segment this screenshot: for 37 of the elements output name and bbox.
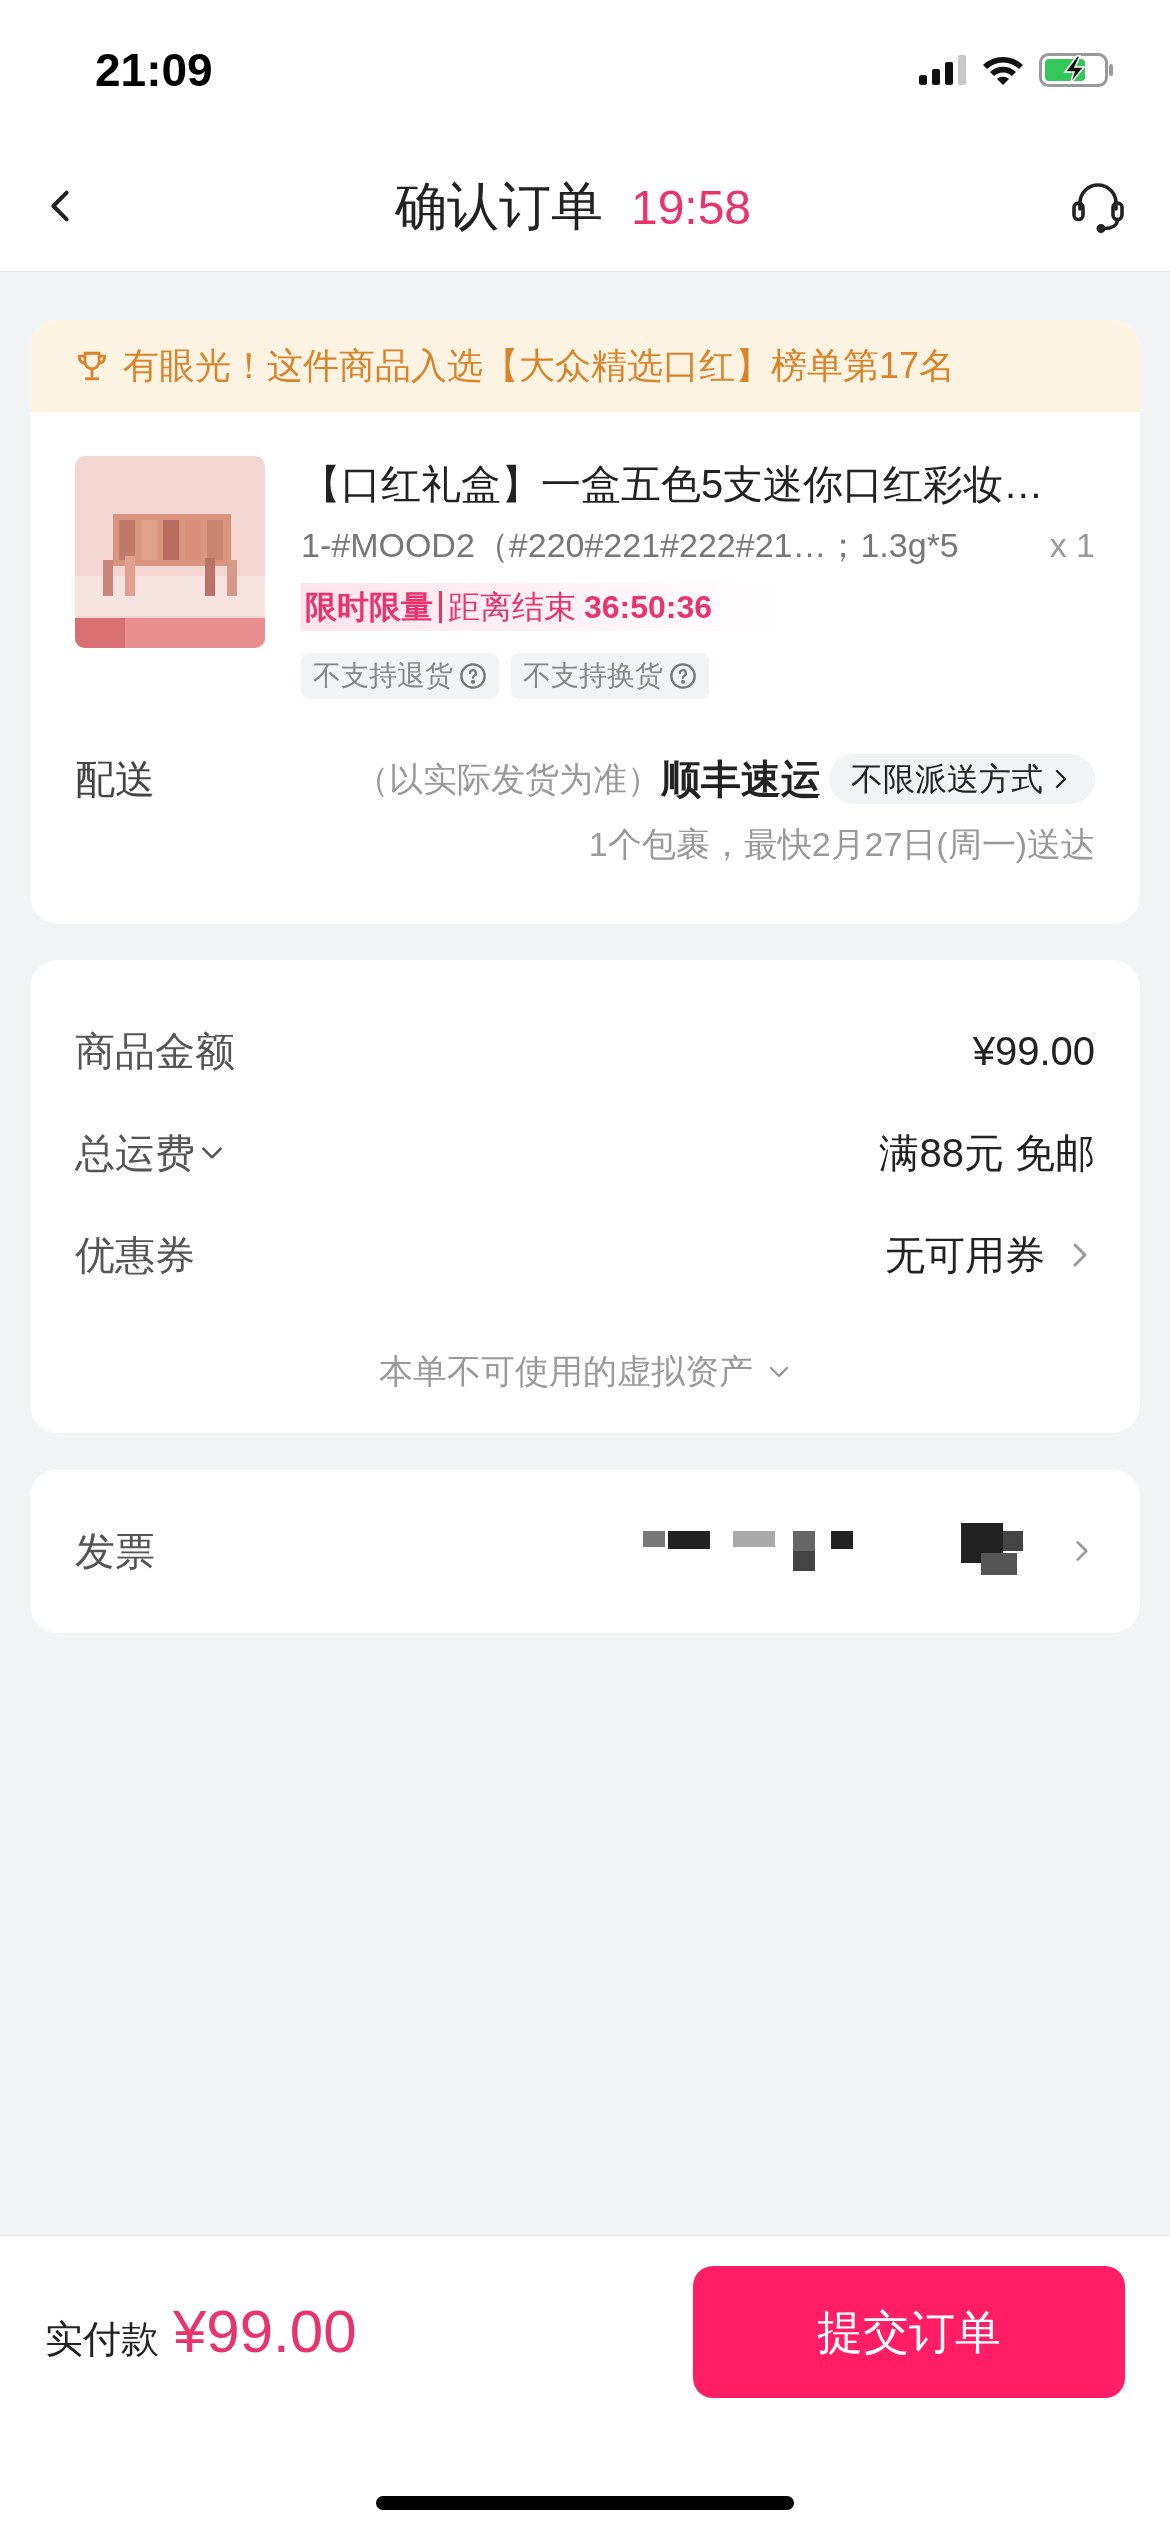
virtual-assets-toggle[interactable]: 本单不可使用的虚拟资产: [379, 1346, 791, 1397]
delivery-eta: 1个包裹，最快2月27日(周一)送达: [588, 824, 1095, 865]
summary-value: 满88元 免邮: [879, 1130, 1095, 1177]
summary-label: 总运费: [75, 1130, 195, 1177]
total-amount: ¥99.00: [173, 2297, 357, 2367]
delivery-carrier: 顺丰速运: [661, 756, 821, 803]
summary-label: 优惠券: [75, 1232, 195, 1279]
delivery-option-button[interactable]: 不限派送方式: [829, 754, 1095, 804]
status-time: 21:09: [95, 42, 213, 98]
summary-value[interactable]: 无可用券: [885, 1225, 1045, 1285]
delivery-note: （以实际发货为准）: [355, 758, 661, 798]
product-variant: 1-#MOOD2（#220#221#222#21…；1.3g*5: [301, 525, 959, 566]
ranking-text: 有眼光！这件商品入选【大众精选口红】榜单第17名: [123, 344, 956, 388]
promo-ends-label: 距离结束: [447, 588, 577, 627]
page-title: 确认订单: [394, 175, 603, 237]
policy-tag[interactable]: 不支持换货: [511, 653, 709, 699]
total-label: 实付款: [45, 2317, 159, 2362]
signal-icon: [919, 55, 967, 85]
invoice-label: 发票: [75, 1528, 155, 1575]
help-icon: [459, 662, 487, 690]
policy-tag-text: 不支持换货: [523, 659, 663, 693]
summary-value: ¥99.00: [972, 1028, 1095, 1075]
delivery-label: 配送: [75, 756, 155, 803]
wifi-icon: [981, 54, 1025, 86]
promo-label: 限时限量: [305, 591, 442, 623]
invoice-card[interactable]: 发票: [30, 1469, 1140, 1633]
policy-tag-text: 不支持退货: [313, 659, 453, 693]
help-icon: [669, 662, 697, 690]
product-quantity: x 1: [1049, 525, 1095, 566]
trophy-icon: [75, 349, 109, 383]
product-title: 【口红礼盒】一盒五色5支迷你口红彩妆…: [301, 461, 1045, 508]
battery-charging-icon: [1039, 53, 1115, 87]
countdown-timer: 19:58: [630, 179, 752, 236]
promo-countdown: 36:50:36: [584, 588, 713, 627]
policy-tag[interactable]: 不支持退货: [301, 653, 499, 699]
summary-label: 商品金额: [75, 1028, 235, 1075]
submit-order-button[interactable]: 提交订单: [693, 2266, 1125, 2398]
